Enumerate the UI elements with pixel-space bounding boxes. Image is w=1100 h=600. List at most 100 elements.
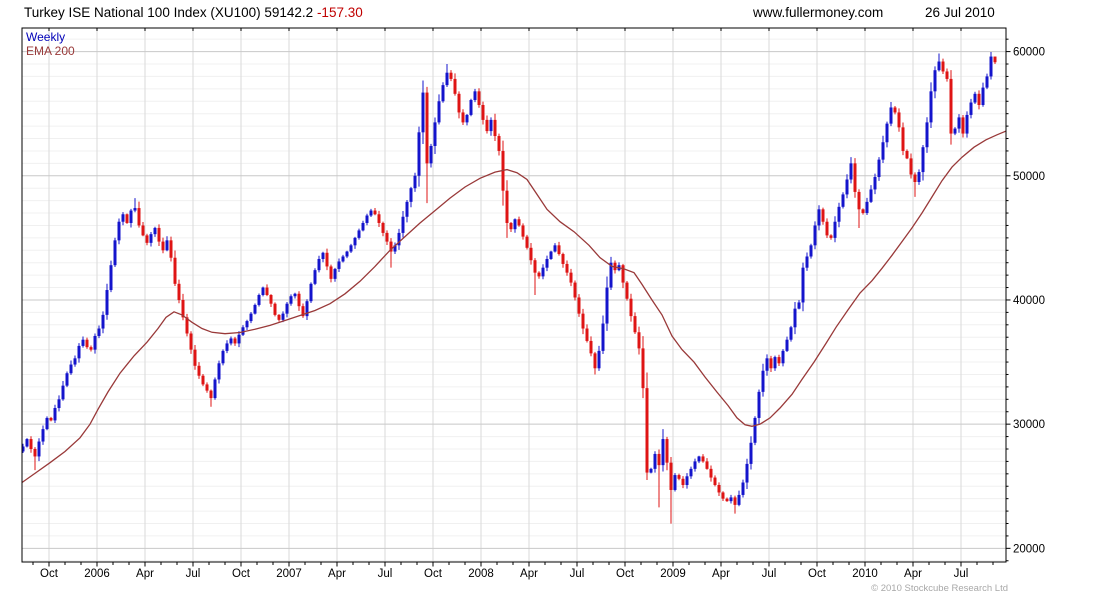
- candle-body: [945, 71, 949, 79]
- candle-body: [561, 254, 565, 264]
- candle-body: [525, 236, 529, 248]
- chart-legend: Weekly EMA 200: [26, 30, 75, 58]
- price-change-negative: -157.30: [316, 5, 363, 20]
- candle-body: [141, 225, 145, 236]
- x-axis-label: Apr: [136, 568, 154, 580]
- candle-body: [781, 350, 785, 364]
- candle-body: [809, 245, 813, 257]
- x-axis-label: Oct: [40, 568, 59, 580]
- candle-body: [821, 209, 825, 222]
- candle-body: [193, 349, 197, 366]
- x-axis-label: Apr: [904, 568, 922, 580]
- candle-body: [417, 132, 421, 176]
- candle-body: [265, 287, 269, 295]
- candle-body: [581, 313, 585, 329]
- candle-body: [833, 221, 837, 238]
- candle-body: [813, 225, 817, 246]
- candle-body: [601, 323, 605, 351]
- candle-body: [53, 408, 57, 421]
- candle-body: [877, 159, 881, 178]
- candle-body: [221, 350, 225, 364]
- candle-body: [41, 429, 45, 442]
- candle-body: [849, 163, 853, 180]
- candle-body: [457, 93, 461, 113]
- candle-body: [565, 263, 569, 273]
- candle-body: [485, 119, 489, 132]
- candle-body: [901, 127, 905, 151]
- instrument-name-and-price: Turkey ISE National 100 Index (XU100) 59…: [24, 5, 314, 20]
- candle-body: [757, 391, 761, 418]
- candle-body: [101, 314, 105, 329]
- candle-body: [549, 251, 553, 259]
- candle-body: [157, 227, 161, 242]
- candle-body: [933, 70, 937, 92]
- candle-body: [885, 123, 889, 143]
- candle-body: [905, 150, 909, 159]
- candle-body: [257, 295, 261, 305]
- website-link[interactable]: www.fullermoney.com: [753, 5, 883, 20]
- candle-body: [473, 91, 477, 101]
- candle-body: [761, 370, 765, 392]
- candle-body: [245, 321, 249, 328]
- candle-body: [209, 390, 213, 399]
- candle-body: [481, 104, 485, 120]
- candle-body: [317, 258, 321, 271]
- candle-body: [113, 240, 117, 266]
- candle-body: [213, 379, 217, 399]
- candle-body: [381, 222, 385, 233]
- x-axis-label: Oct: [616, 568, 635, 580]
- candle-body: [205, 384, 209, 391]
- candle-body: [605, 287, 609, 324]
- candle-body: [633, 316, 637, 333]
- candle-body: [153, 227, 157, 235]
- candle-body: [645, 388, 649, 473]
- candle-body: [461, 112, 465, 123]
- candle-body: [493, 119, 497, 137]
- candle-body: [429, 145, 433, 164]
- x-axis-label: Jul: [762, 568, 777, 580]
- candle-body: [529, 247, 533, 261]
- candle-body: [625, 282, 629, 299]
- candle-body: [989, 56, 993, 77]
- candle-body: [789, 327, 793, 340]
- candle-body: [669, 462, 673, 490]
- candle-body: [469, 100, 473, 115]
- candle-body: [189, 333, 193, 350]
- candle-body: [553, 245, 557, 252]
- candle-body: [85, 339, 89, 348]
- candle-body: [953, 128, 957, 134]
- candle-body: [201, 375, 205, 385]
- candle-body: [409, 188, 413, 202]
- candle-body: [577, 297, 581, 314]
- candle-body: [325, 252, 329, 267]
- candle-body: [629, 298, 633, 317]
- candle-body: [237, 334, 241, 344]
- candle-body: [225, 343, 229, 351]
- x-axis-label: Jul: [954, 568, 969, 580]
- candle-body: [869, 189, 873, 202]
- candle-body: [725, 498, 729, 502]
- candle-body: [169, 240, 173, 258]
- candle-body: [137, 208, 141, 226]
- candle-body: [289, 296, 293, 304]
- x-axis-label: Jul: [378, 568, 393, 580]
- candle-body: [149, 234, 153, 243]
- candle-body: [961, 117, 965, 134]
- candle-body: [73, 358, 77, 365]
- candle-body: [401, 216, 405, 233]
- candle-body: [705, 461, 709, 469]
- candle-body: [785, 339, 789, 351]
- candle-body: [357, 230, 361, 238]
- x-axis-label: 2010: [852, 568, 878, 580]
- candle-body: [909, 158, 913, 175]
- candle-body: [545, 258, 549, 268]
- candle-body: [437, 101, 441, 123]
- candle-body: [573, 282, 577, 298]
- x-axis-label: 2009: [660, 568, 686, 580]
- ema-line: [22, 130, 1006, 484]
- candle-body: [97, 328, 101, 336]
- candle-body: [365, 215, 369, 223]
- candle-body: [161, 241, 165, 251]
- candle-body: [373, 210, 377, 215]
- candle-body: [333, 268, 337, 279]
